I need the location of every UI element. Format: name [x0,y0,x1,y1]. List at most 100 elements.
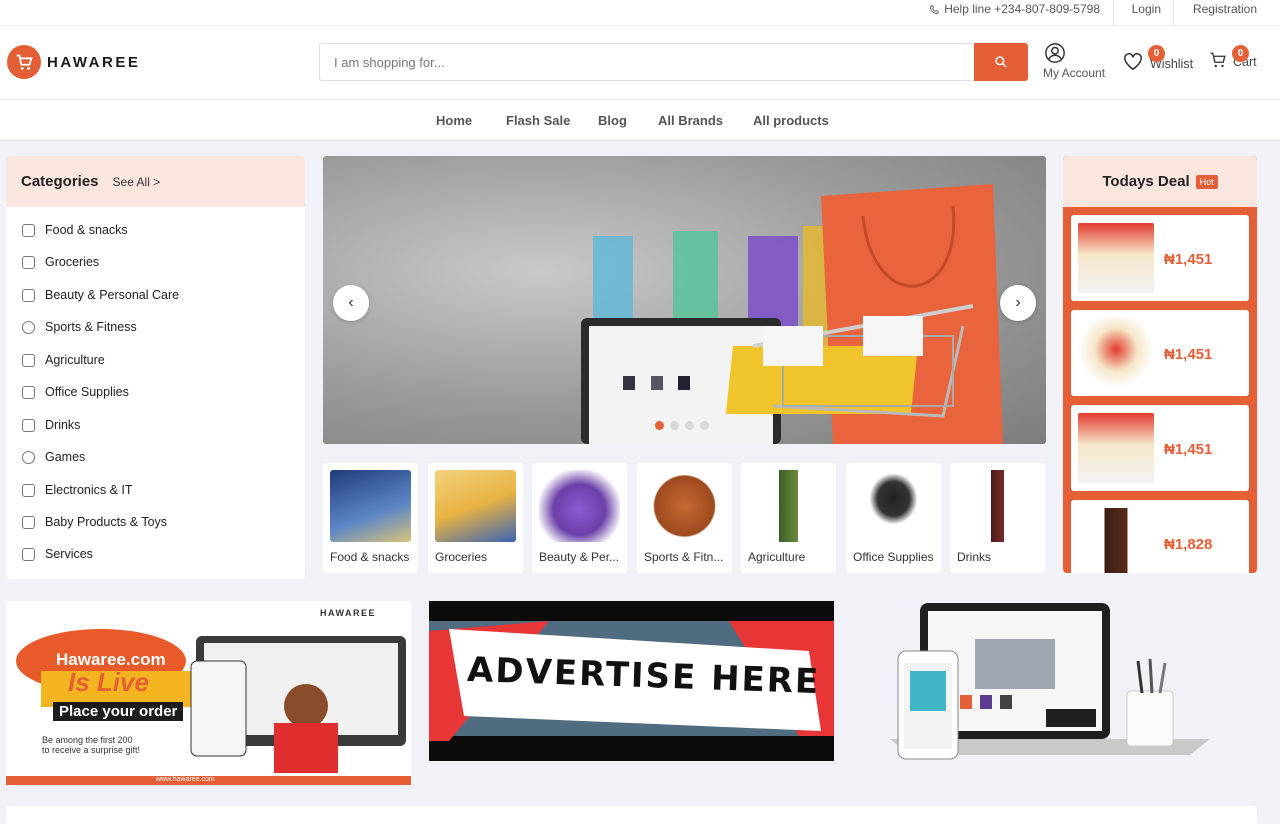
category-tile[interactable]: Drinks [950,463,1045,573]
nav-blog[interactable]: Blog [598,113,627,128]
category-item[interactable]: Groceries [22,255,99,269]
main-nav: Home Flash Sale Blog All Brands All prod… [0,100,1280,141]
category-item[interactable]: Games [22,450,85,464]
heart-icon [1124,52,1142,71]
category-item[interactable]: Drinks [22,418,80,432]
beauty-icon [22,288,35,302]
promo-cta-text: Place your order [53,702,184,721]
slider-next-button[interactable]: › [1000,285,1036,321]
deal-price: ₦1,828 [1164,536,1213,553]
category-label: Electronics & IT [45,483,133,497]
user-icon [1045,43,1065,63]
deal-item[interactable]: ₦1,828 [1071,500,1249,573]
categories-title: Categories [21,173,99,190]
promo-brand-text: HAWAREE [320,608,377,618]
divider [1113,0,1114,26]
globe-icon [22,450,35,464]
category-item[interactable]: Agriculture [22,353,105,367]
launch-promo-banner[interactable]: HAWAREE Hawaree.com Is Live Place your o… [6,601,411,785]
category-item[interactable]: Baby Products & Toys [22,515,167,529]
product-image [1078,223,1154,293]
category-label: Groceries [45,255,100,269]
devices-banner[interactable] [880,601,1240,785]
category-tile[interactable]: Office Supplies [846,463,941,573]
nav-home[interactable]: Home [436,113,472,128]
nav-all-brands[interactable]: All Brands [658,113,723,128]
nav-all-products[interactable]: All products [753,113,829,128]
promo-subtext: Be among the first 200 [42,735,133,745]
category-label: Food & snacks [45,223,128,237]
category-tile[interactable]: Beauty & Per... [532,463,627,573]
product-image [748,470,829,542]
logo-text: HAWAREE [47,53,141,71]
nav-flash-sale[interactable]: Flash Sale [506,113,570,128]
my-account-label: My Account [1043,66,1106,80]
slider-dot[interactable] [685,421,694,430]
agriculture-icon [22,353,35,367]
devices-illustration [890,603,1210,760]
deal-item[interactable]: ₦1,451 [1071,215,1249,301]
slider-prev-button[interactable]: ‹ [333,285,369,321]
drinks-icon [22,418,35,432]
slider-dot[interactable] [700,421,709,430]
todays-deal-panel: Todays Deal Hot ₦1,451 ₦1,451 ₦1,451 ₦1,… [1063,156,1257,573]
advertise-here-banner[interactable]: ADVERTISE HERE [429,601,834,761]
baby-icon [22,515,35,529]
product-image [1078,508,1154,573]
my-account-button[interactable]: My Account [1043,42,1113,80]
category-item[interactable]: Food & snacks [22,223,128,237]
category-tile[interactable]: Agriculture [741,463,836,573]
logo[interactable]: HAWAREE [7,45,140,79]
promo-url: www.hawaree.com [156,776,215,783]
chevron-left-icon: ‹ [348,294,354,311]
deal-item[interactable]: ₦1,451 [1071,310,1249,396]
category-item[interactable]: Office Supplies [22,385,129,399]
slider-dot[interactable] [655,421,664,430]
category-tile[interactable]: Groceries [428,463,523,573]
search-icon [995,56,1007,68]
hero-slider[interactable]: ‹ › [323,156,1046,444]
bottle-image [957,470,1038,542]
wishlist-count-badge: 0 [1148,45,1165,62]
search-button[interactable] [974,43,1028,81]
category-item[interactable]: Electronics & IT [22,483,133,497]
slider-dots [655,421,709,430]
deal-item[interactable]: ₦1,451 [1071,405,1249,491]
cart-icon [1210,52,1226,68]
see-all-link[interactable]: See All > [113,175,161,189]
login-link[interactable]: Login [1132,2,1161,16]
category-item[interactable]: Sports & Fitness [22,320,137,334]
category-tile-label: Food & snacks [330,550,410,564]
deal-price: ₦1,451 [1164,346,1213,363]
globe-icon [22,320,35,334]
category-item[interactable]: Services [22,547,93,561]
help-line[interactable]: Help line +234-807-809-5798 [929,2,1100,16]
category-tile[interactable]: Food & snacks [323,463,418,573]
food-icon [22,223,35,237]
category-tile-label: Office Supplies [853,550,934,564]
cart-count-badge: 0 [1232,45,1249,62]
wrench-icon [22,547,35,561]
groceries-icon [22,255,35,269]
slider-dot[interactable] [670,421,679,430]
help-line-text: Help line +234-807-809-5798 [944,2,1100,16]
todays-deal-header: Todays Deal Hot [1063,156,1257,207]
wishlist-button[interactable]: 0 Wishlist [1122,45,1193,71]
product-image [539,470,620,542]
category-tile[interactable]: Sports & Fitn... [637,463,732,573]
category-label: Beauty & Personal Care [45,288,180,302]
cart-button[interactable]: 0 Cart [1209,45,1257,69]
category-tile-label: Groceries [435,550,488,564]
promo-subtext: to receive a surprise gift! [42,745,141,755]
phone-icon [930,4,940,14]
category-label: Services [45,547,93,561]
category-item[interactable]: Beauty & Personal Care [22,288,179,302]
category-tile-label: Agriculture [748,550,806,564]
category-tile-label: Sports & Fitn... [644,550,724,564]
search-input[interactable] [320,44,974,80]
office-icon [22,385,35,399]
registration-link[interactable]: Registration [1193,2,1257,16]
chevron-right-icon: › [1015,294,1021,311]
product-image [330,470,411,542]
category-label: Baby Products & Toys [45,515,168,529]
